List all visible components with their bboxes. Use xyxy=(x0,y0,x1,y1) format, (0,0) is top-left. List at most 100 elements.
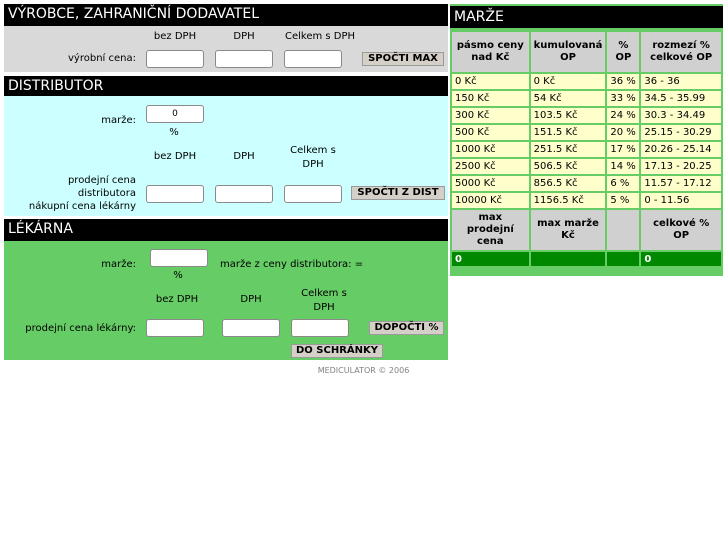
table-row: 500 Kč 151.5 Kč 20 % 25.15 - 30.29 xyxy=(452,125,721,140)
marze-col-rozmezi: rozmezí % celkové OP xyxy=(641,32,721,72)
vyrobce-col-celkem: Celkem s DPH xyxy=(284,31,356,42)
marze-title: MARŽE xyxy=(454,9,504,25)
marze-header: MARŽE xyxy=(450,6,723,28)
distributor-panel: marže: % bez DPH DPH Celkem s DPH prodej… xyxy=(4,96,448,216)
vyrobce-panel: bez DPH DPH Celkem s DPH výrobní cena: S… xyxy=(4,26,448,72)
table-cell: 5 % xyxy=(607,193,640,208)
table-cell: 103.5 Kč xyxy=(530,108,606,123)
distributor-col-bez: bez DPH xyxy=(153,151,197,162)
distributor-title: DISTRIBUTOR xyxy=(8,78,104,94)
marze-footer-header: max prodejní cena max marže Kč celkové %… xyxy=(452,210,721,250)
vyrobce-col-bez: bez DPH xyxy=(153,31,197,42)
celkove-op-value: 0 xyxy=(641,252,721,266)
table-cell: 0 Kč xyxy=(452,74,529,89)
distributor-row-label-1: prodejní cena xyxy=(67,175,136,186)
table-row: 1000 Kč 251.5 Kč 17 % 20.26 - 25.14 xyxy=(452,142,721,157)
footer-copyright: MEDICULATOR © 2006 xyxy=(317,366,410,375)
distributor-row-label-3: nákupní cena lékárny xyxy=(28,201,136,212)
vyrobce-header: VÝROBCE, ZAHRANIČNÍ DODAVATEL xyxy=(4,4,448,26)
lekarna-bez-dph-input[interactable] xyxy=(146,319,204,337)
dopocti-button[interactable]: DOPOČTI % xyxy=(369,321,444,335)
marze-total-row: 0 0 xyxy=(452,252,721,266)
table-cell: 2500 Kč xyxy=(452,159,529,174)
distributor-marze-input[interactable] xyxy=(146,105,204,123)
lekarna-header: LÉKÁRNA xyxy=(4,219,448,241)
table-cell: 24 % xyxy=(607,108,640,123)
table-cell: 54 Kč xyxy=(530,91,606,106)
lekarna-celkem-input[interactable] xyxy=(291,319,349,337)
distributor-col-celkem: Celkem s DPH xyxy=(290,145,336,170)
distributor-col-dph: DPH xyxy=(233,151,255,162)
lekarna-title: LÉKÁRNA xyxy=(8,221,73,237)
table-row: 5000 Kč 856.5 Kč 6 % 11.57 - 17.12 xyxy=(452,176,721,191)
table-cell: 0 Kč xyxy=(530,74,606,89)
spocti-z-dist-button[interactable]: SPOČTI Z DIST xyxy=(351,186,445,200)
table-cell: 0 - 11.56 xyxy=(641,193,721,208)
celkove-op-header: celkové % OP xyxy=(641,210,721,250)
do-schranky-button[interactable]: DO SCHRÁNKY xyxy=(291,344,383,358)
distributor-marze-label: marže: xyxy=(101,115,136,126)
vyrobce-title: VÝROBCE, ZAHRANIČNÍ DODAVATEL xyxy=(8,6,260,22)
marze-z-ceny-label: marže z ceny distributora: = xyxy=(220,259,364,270)
table-row: 10000 Kč 1156.5 Kč 5 % 0 - 11.56 xyxy=(452,193,721,208)
table-cell: 251.5 Kč xyxy=(530,142,606,157)
table-cell: 150 Kč xyxy=(452,91,529,106)
vyrobce-bez-dph-input[interactable] xyxy=(146,50,204,68)
lekarna-col-bez: bez DPH xyxy=(155,294,199,305)
table-cell: 25.15 - 30.29 xyxy=(641,125,721,140)
table-cell: 20.26 - 25.14 xyxy=(641,142,721,157)
marze-table-header: pásmo ceny nad Kč kumulovaná OP % OP roz… xyxy=(452,32,721,72)
distributor-percent: % xyxy=(169,127,179,138)
table-cell: 300 Kč xyxy=(452,108,529,123)
table-cell: 1000 Kč xyxy=(452,142,529,157)
table-cell: 17 % xyxy=(607,142,640,157)
vyrobce-dph-input[interactable] xyxy=(215,50,273,68)
lekarna-col-dph: DPH xyxy=(240,294,262,305)
table-row: 2500 Kč 506.5 Kč 14 % 17.13 - 20.25 xyxy=(452,159,721,174)
marze-col-procento: % OP xyxy=(607,32,640,72)
marze-col-pasmo: pásmo ceny nad Kč xyxy=(452,32,529,72)
table-cell: 30.3 - 34.49 xyxy=(641,108,721,123)
table-cell: 500 Kč xyxy=(452,125,529,140)
table-cell: 10000 Kč xyxy=(452,193,529,208)
prodejni-cena-lekarny-label: prodejní cena lékárny: xyxy=(25,323,136,334)
table-cell: 34.5 - 35.99 xyxy=(641,91,721,106)
table-cell: 6 % xyxy=(607,176,640,191)
empty-header xyxy=(607,210,640,250)
table-cell: 5000 Kč xyxy=(452,176,529,191)
table-row: 0 Kč 0 Kč 36 % 36 - 36 xyxy=(452,74,721,89)
table-cell: 856.5 Kč xyxy=(530,176,606,191)
vyrobce-celkem-input[interactable] xyxy=(284,50,342,68)
spocti-max-button[interactable]: SPOČTI MAX xyxy=(362,52,444,66)
max-prodejni-cena-value: 0 xyxy=(452,252,529,266)
distributor-bez-dph-input[interactable] xyxy=(146,185,204,203)
distributor-header: DISTRIBUTOR xyxy=(4,76,448,96)
vyrobni-cena-label: výrobní cena: xyxy=(68,53,136,64)
lekarna-panel: marže: % marže z ceny distributora: = be… xyxy=(4,241,448,360)
max-marze-value xyxy=(530,252,606,266)
lekarna-dph-input[interactable] xyxy=(222,319,280,337)
table-cell: 1156.5 Kč xyxy=(530,193,606,208)
marze-table: pásmo ceny nad Kč kumulovaná OP % OP roz… xyxy=(450,30,723,268)
table-cell: 506.5 Kč xyxy=(530,159,606,174)
table-cell: 33 % xyxy=(607,91,640,106)
distributor-celkem-input[interactable] xyxy=(284,185,342,203)
lekarna-marze-input[interactable] xyxy=(150,249,208,267)
empty-value xyxy=(607,252,640,266)
max-prodejni-cena-header: max prodejní cena xyxy=(452,210,529,250)
table-cell: 20 % xyxy=(607,125,640,140)
table-cell: 17.13 - 20.25 xyxy=(641,159,721,174)
max-marze-header: max marže Kč xyxy=(530,210,606,250)
distributor-dph-input[interactable] xyxy=(215,185,273,203)
table-cell: 14 % xyxy=(607,159,640,174)
vyrobce-col-dph: DPH xyxy=(233,31,255,42)
table-cell: 36 - 36 xyxy=(641,74,721,89)
marze-col-kumulovana: kumulovaná OP xyxy=(530,32,606,72)
distributor-row-label-2: distributora xyxy=(77,188,136,199)
lekarna-percent: % xyxy=(173,270,183,281)
lekarna-col-celkem: Celkem s DPH xyxy=(301,288,347,313)
table-cell: 11.57 - 17.12 xyxy=(641,176,721,191)
table-cell: 36 % xyxy=(607,74,640,89)
lekarna-marze-label: marže: xyxy=(101,259,136,270)
table-cell: 151.5 Kč xyxy=(530,125,606,140)
